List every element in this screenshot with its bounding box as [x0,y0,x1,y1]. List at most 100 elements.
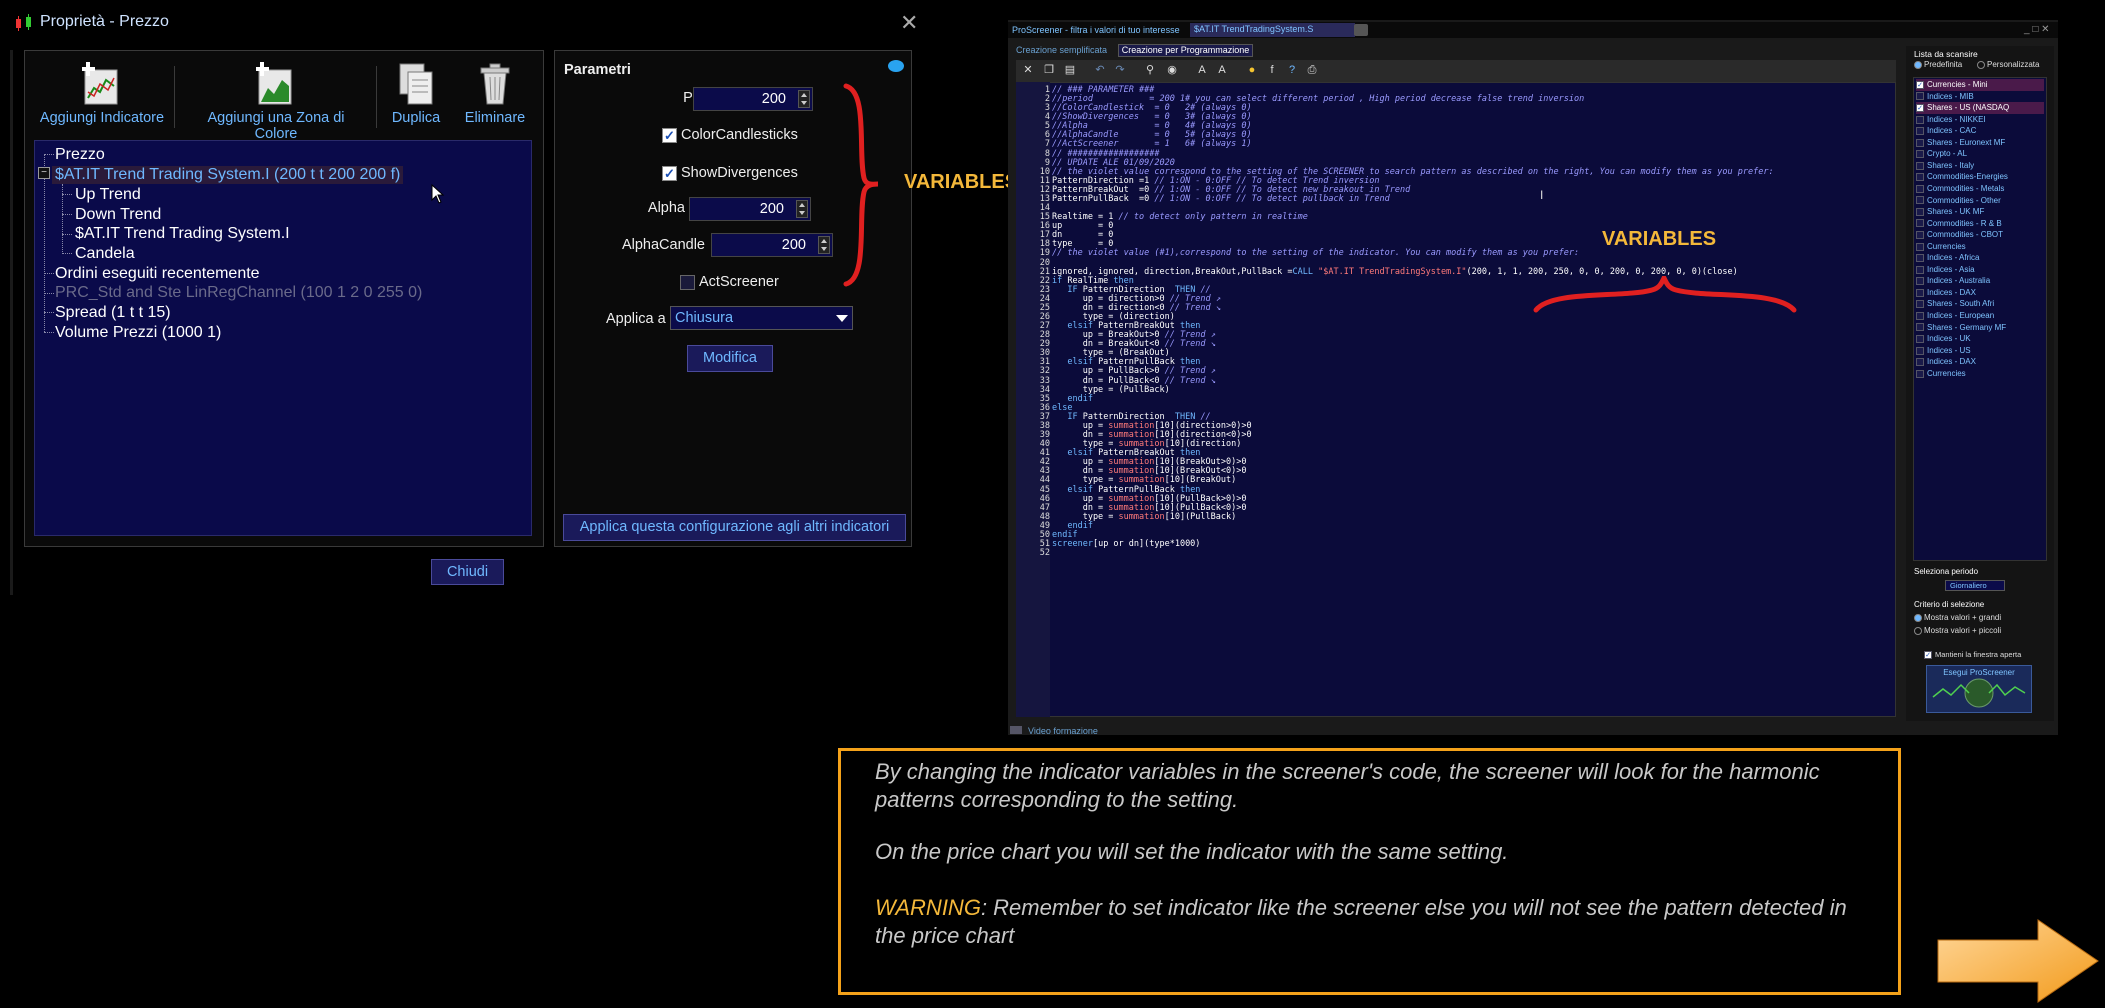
tree-item-volume[interactable]: Volume Prezzi (1000 1) [55,324,221,342]
help-bubble-icon[interactable] [888,60,904,72]
checkbox[interactable] [1916,161,1924,170]
checkbox[interactable] [1916,277,1924,286]
video-training-link[interactable]: Video formazione [1028,726,1098,736]
radio-show-low[interactable]: Mostra valori + piccoli [1914,626,2001,635]
checkbox[interactable]: ✓ [1916,103,1924,112]
scan-list-item[interactable]: Commodities - Other [1916,195,2001,207]
tree-item-selected-indicator[interactable]: $AT.IT Trend Trading System.I (200 t t 2… [52,166,404,184]
checkbox[interactable] [1916,265,1924,274]
scan-list-item[interactable]: Shares - Italy [1916,160,1974,172]
scan-list-item[interactable]: Commodities - R & B [1916,218,2002,230]
font-increase-icon[interactable]: A [1216,64,1228,76]
period-select[interactable]: Giornaliero [1945,580,2005,591]
scan-list-item[interactable]: Indices - CAC [1916,125,1976,137]
scan-list-item[interactable]: Shares - Euronext MF [1916,137,2005,149]
scan-list-item[interactable]: Shares - Germany MF [1916,322,2006,334]
checkbox[interactable] [1916,323,1924,332]
checkbox[interactable] [1916,138,1924,147]
paste-icon[interactable]: ▤ [1064,64,1076,76]
alpha-spinner[interactable] [796,200,808,218]
tree-item-candela[interactable]: Candela [75,245,135,263]
print-icon[interactable]: ⎙ [1306,64,1318,76]
showdivergences-checkbox[interactable]: ✓ [662,166,677,181]
alphacandle-input[interactable]: 200 [711,233,833,257]
checkbox[interactable]: ✓ [1916,80,1924,89]
checkbox[interactable] [1916,219,1924,228]
add-color-zone-button[interactable]: Aggiungi una Zona di Colore [186,62,366,142]
tree-item-orders[interactable]: Ordini eseguiti recentemente [55,265,260,283]
apply-to-all-button[interactable]: Applica questa configurazione agli altri… [563,514,906,541]
scan-list-item[interactable]: Shares - South Afri [1916,298,1994,310]
alphacandle-spinner[interactable] [818,236,830,254]
checkbox[interactable] [1916,150,1924,159]
period-input[interactable]: 200 [693,87,813,111]
function-icon[interactable]: f [1266,64,1278,76]
close-button[interactable]: Chiudi [431,559,504,585]
scan-list-item[interactable]: Commodities - CBOT [1916,229,2003,241]
run-proscreener-button[interactable]: Esegui ProScreener [1926,665,2032,713]
keep-window-open-checkbox[interactable]: ✓ Mantieni la finestra aperta [1924,650,2021,660]
checkbox[interactable] [1916,358,1924,367]
cut-icon[interactable]: ✕ [1022,64,1034,76]
scan-list-item[interactable]: Indices - European [1916,310,1994,322]
scan-list-item[interactable]: Indices - US [1916,345,1971,357]
checkbox[interactable] [1916,184,1924,193]
scan-list-item[interactable]: Commodities - Metals [1916,183,2004,195]
radio-predefined[interactable]: Predefinita [1914,60,1962,69]
replace-icon[interactable]: ◉ [1166,64,1178,76]
apply-to-select[interactable]: Chiusura [670,306,853,330]
checkbox[interactable] [1916,231,1924,240]
tree-item-spread[interactable]: Spread (1 t t 15) [55,304,171,322]
checkbox[interactable] [1916,196,1924,205]
checkbox[interactable] [1916,300,1924,309]
checkbox[interactable] [1916,207,1924,216]
checkbox[interactable] [1916,254,1924,263]
new-tab-icon[interactable] [1354,24,1368,36]
search-icon[interactable]: ⚲ [1144,64,1156,76]
scan-list-item[interactable]: Indices - MIB [1916,91,1974,103]
scan-list-item[interactable]: Currencies [1916,241,1966,253]
radio-custom[interactable]: Personalizzata [1977,60,2039,69]
font-decrease-icon[interactable]: A [1196,64,1208,76]
tree-item-up-trend[interactable]: Up Trend [75,186,141,204]
checkbox[interactable] [1916,288,1924,297]
delete-button[interactable]: Eliminare [460,62,530,126]
checkbox[interactable] [1916,92,1924,101]
scan-list-item[interactable]: ✓ Shares - US (NASDAQ [1916,102,2044,115]
checkbox[interactable] [1916,346,1924,355]
colorcandlesticks-checkbox[interactable]: ✓ [662,128,677,143]
scan-list-item[interactable]: Indices - NIKKEI [1916,114,1986,126]
checkbox[interactable] [1916,127,1924,136]
tab-programming-creation[interactable]: Creazione per Programmazione [1118,44,1253,57]
scan-list-item[interactable]: Shares - UK MF [1916,206,1984,218]
checkbox[interactable] [1916,334,1924,343]
checkbox[interactable] [1916,311,1924,320]
tree-item-prezzo[interactable]: Prezzo [55,146,105,164]
alpha-input[interactable]: 200 [689,197,811,221]
tree-item-down-trend[interactable]: Down Trend [75,206,161,224]
undo-icon[interactable]: ↶ [1094,64,1106,76]
next-arrow-icon[interactable] [1930,918,2100,1004]
scan-list-item[interactable]: Indices - UK [1916,333,1971,345]
add-indicator-button[interactable]: Aggiungi Indicatore [38,62,166,126]
duplicate-button[interactable]: Duplica [386,62,446,126]
scan-list-item[interactable]: Indices - DAX [1916,356,1976,368]
lightbulb-icon[interactable]: ● [1246,64,1258,76]
scan-list-item[interactable]: Indices - DAX [1916,287,1976,299]
tree-item-tts-sub[interactable]: $AT.IT Trend Trading System.I [75,225,290,243]
scan-list-item[interactable]: Indices - Africa [1916,252,1979,264]
scan-list-item[interactable]: Indices - Asia [1916,264,1975,276]
checkbox[interactable] [1916,173,1924,182]
scan-list-item[interactable]: ✓ Currencies - Mini [1916,79,2044,91]
editor-title-tab[interactable]: $AT.IT TrendTradingSystem.S [1190,23,1355,37]
redo-icon[interactable]: ↷ [1114,64,1126,76]
scan-list-item[interactable]: Indices - Australia [1916,275,1990,287]
close-icon[interactable]: ✕ [900,10,918,36]
tab-simple-creation[interactable]: Creazione semplificata [1016,45,1107,55]
radio-show-high[interactable]: Mostra valori + grandi [1914,613,2001,622]
actscreener-checkbox[interactable] [680,275,695,290]
tree-item-linreg[interactable]: PRC_Std and Ste LinRegChannel (100 1 2 0… [55,284,422,302]
scan-list-item[interactable]: Crypto - AL [1916,148,1967,160]
scan-list-item[interactable]: Commodities-Energies [1916,171,2008,183]
checkbox[interactable] [1916,242,1924,251]
